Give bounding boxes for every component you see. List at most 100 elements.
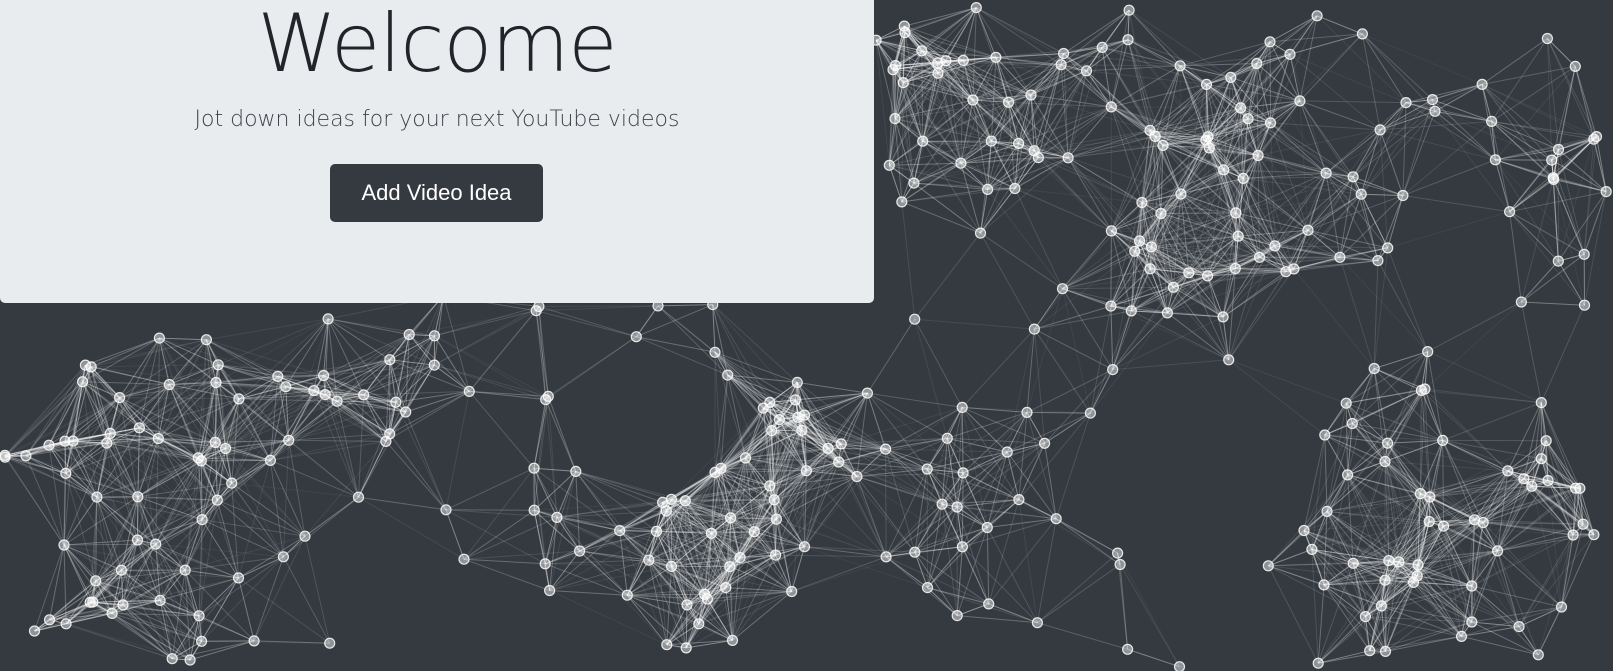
network-node [1588, 529, 1600, 541]
network-node [1312, 657, 1324, 669]
network-node [1412, 559, 1424, 571]
network-link [914, 232, 981, 320]
network-node [322, 313, 334, 325]
network-node [1230, 207, 1242, 219]
network-link [445, 509, 465, 560]
network-link [1424, 388, 1509, 472]
network-node [879, 443, 892, 455]
network-node [1155, 207, 1167, 220]
network-node [1368, 362, 1380, 375]
network-link [1089, 310, 1132, 414]
network-node [650, 525, 663, 537]
network-node [232, 572, 245, 584]
network-node [570, 465, 582, 477]
network-link [434, 310, 537, 337]
network-node [1546, 154, 1558, 166]
network-link [927, 506, 958, 588]
network-node [1334, 251, 1346, 263]
network-link [1551, 159, 1607, 193]
network-link [1461, 635, 1539, 656]
network-node [851, 470, 863, 483]
network-node [679, 495, 691, 507]
network-link [358, 402, 397, 498]
network-node [1379, 645, 1392, 658]
network-node [403, 328, 415, 341]
network-node [1552, 143, 1565, 156]
network-node [768, 494, 780, 506]
network-link [1033, 328, 1091, 414]
network-node [1012, 137, 1025, 150]
network-link [363, 295, 444, 396]
network-node [1311, 10, 1323, 22]
network-link [547, 396, 558, 518]
network-node [1540, 435, 1552, 447]
network-node [720, 581, 732, 594]
network-node [1252, 149, 1264, 162]
network-node [67, 435, 79, 447]
network-node [734, 551, 746, 564]
page: Welcome Jot down ideas for your next You… [0, 0, 1613, 671]
network-node [115, 564, 128, 576]
network-node [1476, 78, 1488, 91]
network-node [1175, 188, 1187, 200]
network-node [917, 135, 929, 147]
network-node [1397, 189, 1409, 202]
network-node [1237, 172, 1249, 184]
network-node [916, 45, 928, 57]
add-video-idea-button[interactable]: Add Video Idea [330, 164, 543, 222]
network-node [1262, 560, 1274, 572]
network-node [1251, 57, 1263, 70]
network-node [1414, 488, 1427, 500]
network-node [936, 498, 948, 510]
network-node [318, 369, 330, 382]
network-node [1107, 364, 1119, 376]
network-link [961, 328, 1035, 408]
network-link [535, 310, 549, 397]
network-node [1203, 142, 1215, 154]
network-link [1268, 565, 1366, 618]
network-node [1600, 186, 1612, 198]
network-link [304, 496, 359, 537]
network-node [1590, 131, 1603, 143]
network-link [304, 536, 331, 644]
network-node [248, 635, 260, 647]
network-link [1387, 211, 1510, 249]
network-link [1037, 622, 1128, 650]
network-node [1547, 173, 1560, 185]
network-node [463, 385, 475, 397]
network-node [166, 653, 178, 665]
network-node [967, 94, 979, 106]
network-link [1299, 100, 1354, 178]
network-link [1034, 328, 1113, 371]
network-link [358, 496, 447, 511]
network-link [283, 496, 359, 558]
network-node [1028, 145, 1040, 157]
network-node [1383, 554, 1395, 567]
network-node [1422, 346, 1434, 358]
network-node [757, 402, 769, 414]
network-node [528, 462, 540, 474]
network-node [1009, 182, 1021, 195]
network-link [1006, 328, 1035, 453]
network-node [324, 637, 336, 649]
network-link [198, 615, 255, 642]
network-link [791, 551, 915, 592]
network-node [1031, 617, 1044, 629]
network-node [1038, 437, 1051, 449]
network-node [104, 427, 116, 439]
network-node [272, 370, 284, 382]
network-link [544, 517, 558, 564]
network-link [657, 304, 713, 307]
network-node [1535, 397, 1547, 409]
network-link [1361, 193, 1403, 196]
network-link [1228, 271, 1287, 361]
network-node [1552, 255, 1564, 267]
network-node [1133, 235, 1146, 247]
network-node [458, 553, 470, 565]
network-node [1288, 263, 1300, 275]
network-link [889, 162, 961, 166]
network-link [980, 232, 1063, 290]
network-node [921, 581, 934, 594]
network-node [1298, 524, 1310, 537]
network-node [921, 463, 933, 475]
